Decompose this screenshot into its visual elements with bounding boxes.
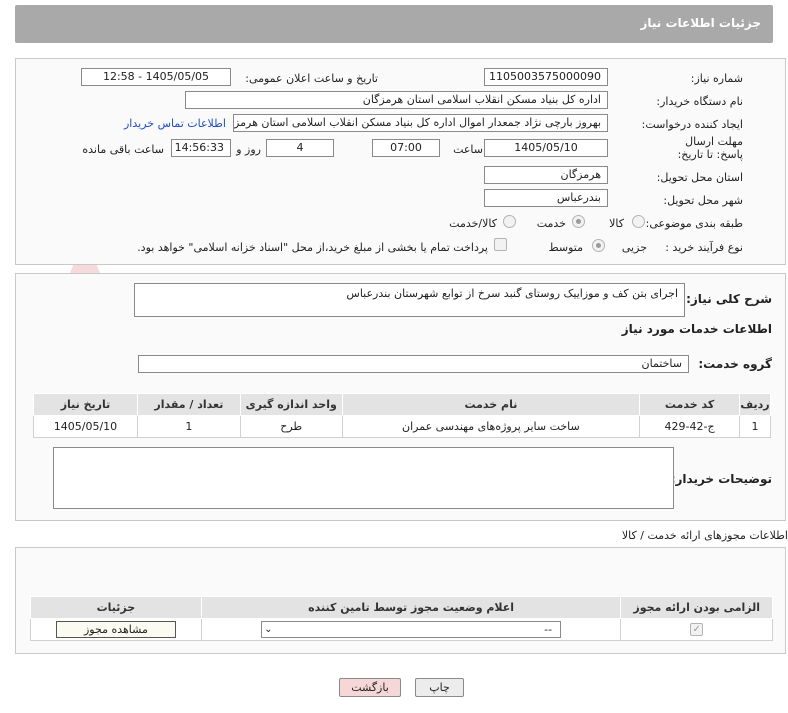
deadline-date-field: 1405/05/10: [484, 139, 608, 157]
summary-textarea[interactable]: اجرای بتن کف و موزاییک روستای گنبد سرخ ا…: [134, 283, 685, 317]
col-row: ردیف: [739, 393, 771, 416]
cell-unit: طرح: [239, 415, 343, 438]
category-radio-service[interactable]: [572, 215, 585, 228]
view-permit-button[interactable]: مشاهده مجوز: [55, 621, 176, 638]
city-field: بندرعباس: [484, 189, 608, 207]
permit-required-cell: ✓: [620, 618, 773, 641]
need-info-panel: [15, 58, 786, 265]
category-option-goods: کالا: [609, 217, 624, 230]
permits-table: الزامی بودن ارائه مجوز اعلام وضعیت مجوز …: [30, 596, 773, 641]
service-group-label: گروه خدمت:: [698, 357, 772, 371]
col-service-name: نام خدمت: [341, 393, 641, 416]
category-option-service: خدمت: [536, 217, 566, 230]
col-unit: واحد اندازه گیری: [239, 393, 343, 416]
contact-buyer-link[interactable]: اطلاعات تماس خریدار: [124, 117, 226, 130]
cell-row: 1: [739, 415, 771, 438]
buyer-org-label: نام دستگاه خریدار:: [656, 95, 743, 108]
chevron-down-icon: ⌄: [264, 624, 273, 635]
deadline-label: مهلت ارسال پاسخ: تا تاریخ:: [677, 135, 743, 161]
col-service-code: کد خدمت: [639, 393, 741, 416]
process-option-medium: متوسط: [548, 241, 583, 254]
process-option-minor: جزیی: [621, 241, 647, 254]
treasury-checkbox[interactable]: [494, 238, 507, 251]
buyer-notes-label: توضیحات خریدار:: [670, 472, 772, 486]
category-option-goods-service: کالا/خدمت: [449, 217, 497, 230]
permit-status-value: --: [544, 623, 553, 636]
permit-status-select[interactable]: ⌄ --: [261, 621, 562, 638]
need-number-field: 1105003575000090: [484, 68, 608, 86]
category-radio-goods-service[interactable]: [503, 215, 516, 228]
table-row: 1 ج-42-429 ساخت سایر پروژه‌های مهندسی عم…: [33, 415, 771, 438]
col-need-date: تاریخ نیاز: [33, 393, 138, 416]
remaining-label: ساعت باقی مانده: [82, 143, 164, 156]
process-radio-minor[interactable]: [592, 239, 605, 252]
permits-header-row: الزامی بودن ارائه مجوز اعلام وضعیت مجوز …: [30, 596, 773, 619]
treasury-note: پرداخت تمام یا بخشی از مبلغ خرید،از محل …: [137, 241, 488, 254]
service-group-field: ساختمان: [138, 355, 689, 373]
col-permit-details: جزئیات: [30, 596, 202, 619]
permits-section-title: اطلاعات مجوزهای ارائه خدمت / کالا: [621, 529, 788, 542]
cell-service-name: ساخت سایر پروژه‌های مهندسی عمران: [341, 415, 641, 438]
services-header-row: ردیف کد خدمت نام خدمت واحد اندازه گیری ت…: [33, 393, 771, 416]
table-row: ✓ ⌄ -- مشاهده مجوز: [30, 618, 773, 641]
col-permit-required: الزامی بودن ارائه مجوز: [620, 596, 773, 619]
back-button[interactable]: بازگشت: [339, 678, 401, 697]
category-label: طبقه بندی موضوعی:: [645, 217, 743, 230]
permit-details-cell: مشاهده مجوز: [30, 618, 202, 641]
cell-service-code: ج-42-429: [639, 415, 741, 438]
summary-label: شرح کلی نیاز:: [686, 292, 772, 306]
creator-label: ایجاد کننده درخواست:: [641, 118, 743, 131]
creator-field: بهروز بارچی نژاد جمعدار اموال اداره کل ب…: [233, 114, 608, 132]
category-radio-goods[interactable]: [632, 215, 645, 228]
days-label: روز و: [236, 143, 261, 156]
deadline-time-field: 07:00: [372, 139, 440, 157]
col-permit-status: اعلام وضعیت مجوز توسط تامین کننده: [200, 596, 622, 619]
city-label: شهر محل تحویل:: [663, 194, 743, 207]
process-label: نوع فرآیند خرید :: [665, 241, 743, 254]
permit-status-cell: ⌄ --: [200, 618, 622, 641]
permit-required-checkbox: ✓: [690, 623, 704, 637]
announce-datetime-field: 1405/05/05 - 12:58: [81, 68, 231, 86]
cell-need-date: 1405/05/10: [33, 415, 138, 438]
print-button[interactable]: چاپ: [415, 678, 464, 697]
buyer-notes-textarea[interactable]: [53, 447, 674, 509]
buyer-org-field: اداره کل بنیاد مسکن انقلاب اسلامی استان …: [185, 91, 608, 109]
remaining-time-field: 14:56:33: [171, 139, 231, 157]
page-header: جزئیات اطلاعات نیاز: [15, 5, 773, 43]
province-field: هرمزگان: [484, 166, 608, 184]
need-number-label: شماره نیاز:: [690, 72, 743, 85]
services-section-title: اطلاعات خدمات مورد نیاز: [621, 322, 772, 336]
announce-label: تاریخ و ساعت اعلان عمومی:: [245, 72, 378, 85]
services-table: ردیف کد خدمت نام خدمت واحد اندازه گیری ت…: [33, 393, 771, 438]
col-quantity: تعداد / مقدار: [136, 393, 241, 416]
days-field: 4: [266, 139, 334, 157]
page-title: جزئیات اطلاعات نیاز: [640, 16, 761, 30]
time-label: ساعت: [453, 143, 483, 156]
province-label: استان محل تحویل:: [656, 171, 743, 184]
cell-quantity: 1: [136, 415, 241, 438]
